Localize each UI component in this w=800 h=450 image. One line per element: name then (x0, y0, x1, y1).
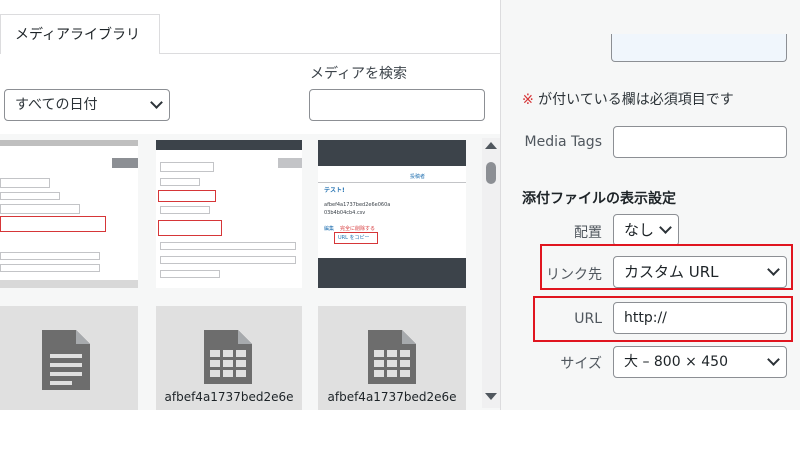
required-fields-note: ※ が付いている欄は必須項目です (522, 89, 734, 109)
scroll-up-arrow-icon[interactable] (485, 142, 497, 149)
required-note-text: が付いている欄は必須項目です (533, 92, 734, 108)
thumb-column-author: 投稿者 (410, 174, 426, 180)
thumb-hash: afbef4a1737bed2e6e060a (324, 202, 391, 208)
attachment-thumbnail[interactable]: afbef4a1737bed2e6e (318, 306, 466, 410)
description-field[interactable] (611, 34, 787, 62)
chevron-down-icon (659, 221, 672, 234)
scroll-down-arrow-icon[interactable] (485, 393, 497, 400)
document-icon (42, 330, 90, 390)
attachment-thumbnail[interactable] (0, 306, 138, 410)
thumb-edit-link: 編集 (324, 226, 335, 232)
align-select[interactable]: なし (613, 214, 679, 246)
chevron-down-icon (767, 353, 780, 366)
thumb-file: 03b4b04cb4.csv (324, 210, 366, 216)
attachment-thumbnail[interactable]: 投稿者 テスト! afbef4a1737bed2e6e060a 03b4b04c… (318, 140, 466, 288)
size-value: 大 – 800 × 450 (624, 354, 728, 370)
bottom-margin (0, 410, 800, 450)
media-tags-input[interactable] (613, 126, 787, 158)
date-filter-value: すべての日付 (15, 97, 98, 113)
attachment-thumbnail[interactable] (0, 140, 138, 288)
date-filter-select[interactable]: すべての日付 (4, 89, 170, 121)
size-select[interactable]: 大 – 800 × 450 (613, 346, 787, 378)
thumbnail-image: 投稿者 テスト! afbef4a1737bed2e6e060a 03b4b04c… (318, 140, 466, 288)
attachment-thumbnail[interactable] (156, 140, 302, 288)
tab-media-library[interactable]: メディアライブラリ (0, 14, 160, 54)
thumbnail-image (156, 140, 302, 288)
highlight-link-to (540, 244, 793, 290)
required-mark: ※ (522, 92, 534, 108)
attachment-filename: afbef4a1737bed2e6e (164, 390, 294, 404)
scrollbar-thumb[interactable] (486, 162, 496, 184)
attachment-display-settings-heading: 添付ファイルの表示設定 (522, 191, 676, 207)
highlight-url (533, 296, 793, 342)
thumbnail-image (0, 140, 138, 288)
size-label: サイズ (560, 356, 602, 372)
spreadsheet-icon (368, 330, 416, 384)
search-input[interactable] (309, 89, 485, 121)
attachment-filename: afbef4a1737bed2e6e (327, 390, 457, 404)
media-tags-label: Media Tags (524, 134, 603, 150)
thumb-heading: テスト! (324, 187, 345, 194)
align-label: 配置 (574, 225, 602, 241)
chevron-down-icon (150, 96, 163, 109)
search-label: メディアを検索 (310, 66, 408, 82)
spreadsheet-icon (204, 330, 252, 384)
align-value: なし (624, 221, 655, 239)
thumb-copy-link: URL をコピー (338, 235, 370, 241)
attachment-thumbnail[interactable]: afbef4a1737bed2e6e (156, 306, 302, 410)
